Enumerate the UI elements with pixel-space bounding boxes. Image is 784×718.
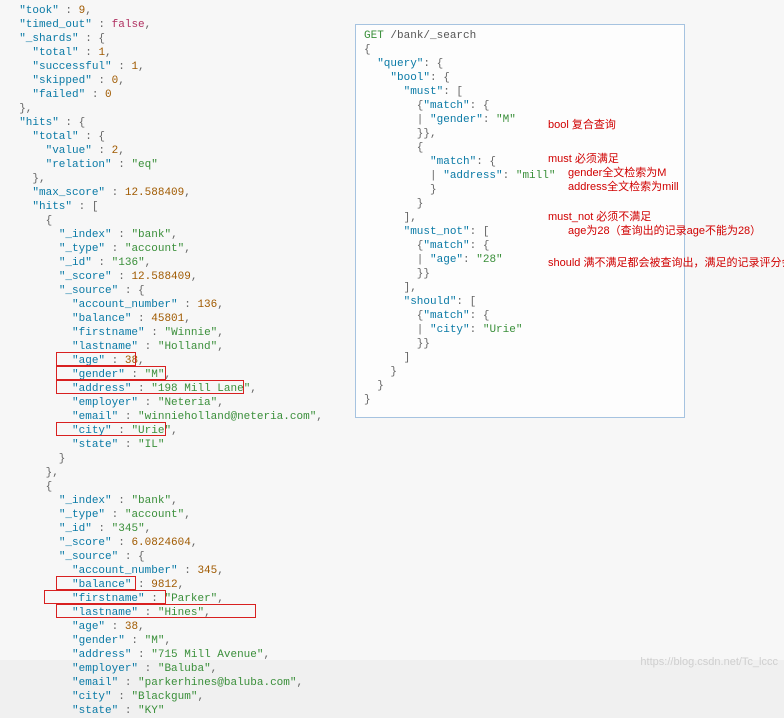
req-gender: M xyxy=(503,114,510,126)
hit0-gender: M xyxy=(151,369,158,381)
request-path: /bank/_search xyxy=(390,30,476,42)
watermark: https://blog.csdn.net/Tc_lccc xyxy=(640,656,778,668)
hit1-firstname: Parker xyxy=(171,593,211,605)
hit1-score: 6.0824604 xyxy=(131,537,190,549)
hit1-type: account xyxy=(131,509,177,521)
anno-bool: bool 复合查询 xyxy=(548,116,616,132)
hit1-lastname: Hines xyxy=(164,607,197,619)
hit0-type: account xyxy=(131,243,177,255)
anno-should: should 满不满足都会被查询出，满足的记录评分会更高 xyxy=(548,254,784,270)
hit1-acctnum: 345 xyxy=(197,565,217,577)
hit1-balance: 9812 xyxy=(151,579,177,591)
req-address: mill xyxy=(522,170,548,182)
hit0-email: winnieholland@neteria.com xyxy=(145,411,310,423)
hit1-state: KY xyxy=(145,705,158,717)
hits-relation: eq xyxy=(138,159,151,171)
hit0-acctnum: 136 xyxy=(197,299,217,311)
hit0-score: 12.588409 xyxy=(131,271,190,283)
hit0-index: bank xyxy=(138,229,164,241)
hit0-firstname: Winnie xyxy=(171,327,211,339)
req-city: Urie xyxy=(489,324,515,336)
hit0-address: 198 Mill Lane xyxy=(158,383,244,395)
hit1-address: 715 Mill Avenue xyxy=(158,649,257,661)
hit1-id: 345 xyxy=(118,523,138,535)
request-method: GET xyxy=(364,30,384,42)
hit1-employer: Baluba xyxy=(164,663,204,675)
max-score: 12.588409 xyxy=(125,187,184,199)
hit1-age: 38 xyxy=(125,621,138,633)
hit0-lastname: Holland xyxy=(164,341,210,353)
hit0-state: IL xyxy=(145,439,158,451)
hit0-balance: 45801 xyxy=(151,313,184,325)
req-age: 28 xyxy=(483,254,496,266)
hit1-email: parkerhines@baluba.com xyxy=(145,677,290,689)
hit0-employer: Neteria xyxy=(164,397,210,409)
shards-failed: 0 xyxy=(105,89,112,101)
hit1-city: Blackgum xyxy=(138,691,191,703)
hit0-age: 38 xyxy=(125,355,138,367)
anno-must-l2: address全文检索为mill xyxy=(568,178,679,194)
hit1-gender: M xyxy=(151,635,158,647)
anno-mustnot-l1: age为28（查询出的记录age不能为28） xyxy=(568,222,761,238)
hit1-index: bank xyxy=(138,495,164,507)
hit0-id: 136 xyxy=(118,257,138,269)
hit0-city: Urie xyxy=(138,425,164,437)
